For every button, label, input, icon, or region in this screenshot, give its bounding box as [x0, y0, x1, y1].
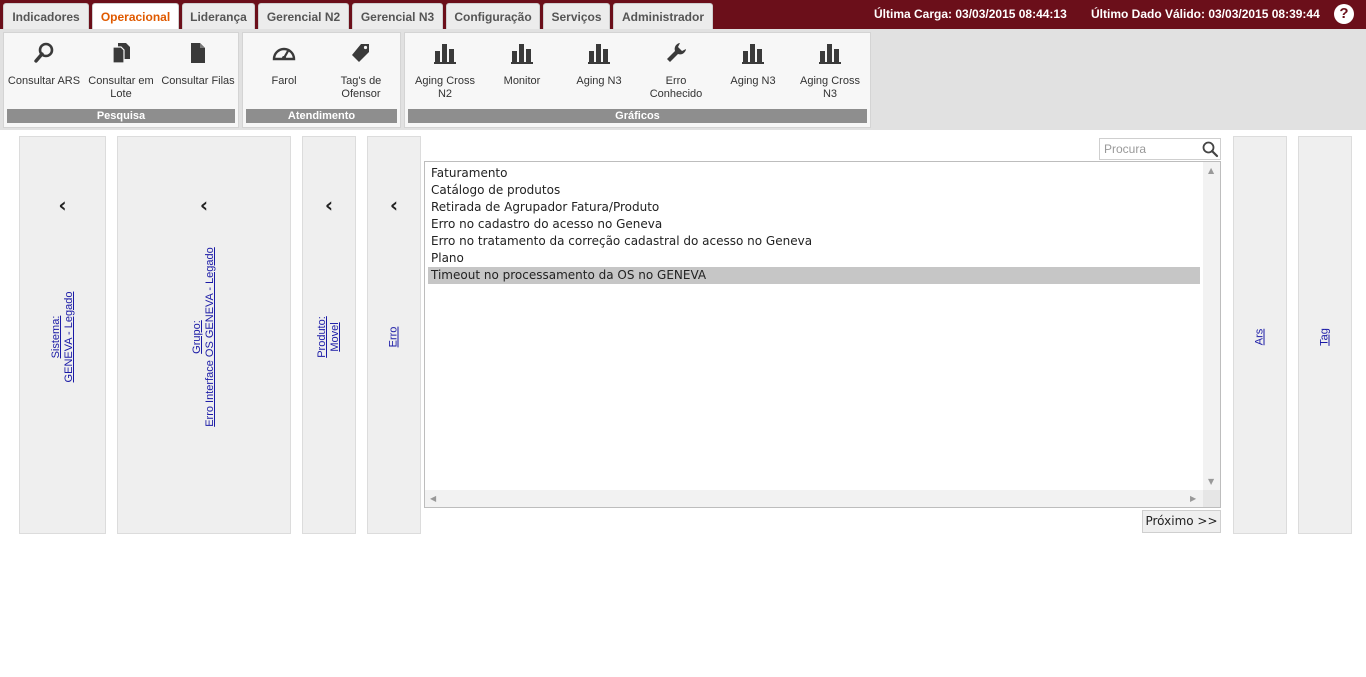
erro-listbox[interactable]: Faturamento Catálogo de produtos Retirad… — [424, 161, 1221, 508]
consultar-filas-label: Consultar Filas — [161, 75, 235, 87]
aging-n3-button[interactable]: Aging N3 — [561, 41, 637, 111]
list-item[interactable]: Erro no cadastro do acesso no Geneva — [428, 216, 1200, 233]
filter-panel-sistema[interactable]: ‹ Sistema: GENEVA - Legado — [19, 136, 106, 534]
tab-operacional[interactable]: Operacional — [92, 3, 179, 29]
filter-panel-produto[interactable]: ‹ Produto: Movel — [302, 136, 356, 534]
aging-n3-label: Aging N3 — [576, 75, 622, 87]
aging-cross-n3-label: Aging Cross N3 — [800, 75, 860, 100]
group-atendimento: Farol Tag's de Ofensor Atendimento — [242, 32, 401, 128]
chevron-left-icon[interactable]: ‹ — [368, 193, 420, 217]
chevron-left-icon[interactable]: ‹ — [118, 193, 290, 217]
aging-cross-n3-button[interactable]: Aging Cross N3 — [792, 41, 868, 111]
bar-chart-icon — [588, 44, 610, 64]
vertical-scrollbar[interactable]: ▲ ▼ — [1203, 162, 1220, 491]
search-box — [1099, 138, 1221, 160]
consultar-filas-button[interactable]: Consultar Filas — [160, 41, 236, 111]
consultar-ars-label: Consultar ARS — [7, 75, 81, 87]
tags-de-ofensor-label: Tag's de Ofensor — [340, 75, 382, 100]
group-pesquisa: Consultar ARS Consultar em Lote Consulta… — [3, 32, 239, 128]
tab-gerencial-n2[interactable]: Gerencial N2 — [258, 3, 349, 29]
documents-icon — [112, 43, 130, 64]
filter-panel-grupo[interactable]: ‹ Grupo: Erro Interface OS GENEVA - Lega… — [117, 136, 291, 534]
filter-produto-value: Movel — [329, 322, 341, 352]
list-item[interactable]: Erro no tratamento da correção cadastral… — [428, 233, 1200, 250]
tab-indicadores[interactable]: Indicadores — [3, 3, 89, 29]
bar-chart-icon — [819, 44, 841, 64]
consultar-em-lote-button[interactable]: Consultar em Lote — [83, 41, 159, 111]
scroll-down-icon[interactable]: ▼ — [1208, 478, 1214, 486]
filter-tag-link[interactable]: Tag — [1319, 328, 1332, 346]
filter-erro-title: Erro — [387, 326, 400, 348]
tab-lideranca[interactable]: Liderança — [182, 3, 255, 29]
consultar-em-lote-label: Consultar em Lote — [88, 75, 154, 100]
bar-chart-icon — [511, 44, 533, 64]
scroll-up-icon[interactable]: ▲ — [1208, 167, 1214, 175]
list-item[interactable]: Retirada de Agrupador Fatura/Produto — [428, 199, 1200, 216]
tag-icon — [352, 44, 369, 62]
list-item[interactable]: Catálogo de produtos — [428, 182, 1200, 199]
aging-n3-second-label: Aging N3 — [730, 75, 776, 87]
filter-panel-ars[interactable]: Ars — [1233, 136, 1287, 534]
last-valid-data-status: Último Dado Válido: 03/03/2015 08:39:44 — [1091, 7, 1320, 21]
next-button[interactable]: Próximo >> — [1142, 510, 1221, 533]
bar-chart-icon — [434, 44, 456, 64]
wrench-icon — [667, 43, 686, 62]
list-item-selected[interactable]: Timeout no processamento da OS no GENEVA — [428, 267, 1200, 284]
erro-conhecido-label: Erro Conhecido — [649, 75, 703, 100]
scrollbar-corner — [1203, 490, 1220, 507]
filter-produto-link[interactable]: Produto: Movel — [316, 316, 342, 358]
group-label-pesquisa: Pesquisa — [7, 109, 235, 123]
ribbon-toolbar: Consultar ARS Consultar em Lote Consulta… — [0, 29, 1366, 130]
filter-grupo-link[interactable]: Grupo: Erro Interface OS GENEVA - Legado — [191, 247, 217, 427]
group-label-graficos: Gráficos — [408, 109, 867, 123]
scroll-right-icon[interactable]: ▶ — [1190, 495, 1196, 503]
aging-cross-n2-button[interactable]: Aging Cross N2 — [407, 41, 483, 111]
erro-conhecido-button[interactable]: Erro Conhecido — [638, 41, 714, 111]
tab-gerencial-n3[interactable]: Gerencial N3 — [352, 3, 443, 29]
consultar-ars-button[interactable]: Consultar ARS — [6, 41, 82, 111]
filter-panel-tag[interactable]: Tag — [1298, 136, 1352, 534]
filter-ars-link[interactable]: Ars — [1254, 329, 1267, 346]
top-bar: Indicadores Operacional Liderança Gerenc… — [0, 0, 1366, 29]
chevron-left-icon[interactable]: ‹ — [20, 193, 105, 217]
filter-sistema-title: Sistema: — [49, 315, 62, 359]
filter-sistema-value: GENEVA - Legado — [62, 291, 75, 383]
gauge-icon — [272, 47, 296, 61]
group-label-atendimento: Atendimento — [246, 109, 397, 123]
bar-chart-icon — [742, 44, 764, 64]
farol-button[interactable]: Farol — [246, 41, 322, 111]
tab-configuracao[interactable]: Configuração — [446, 3, 540, 29]
group-graficos: Aging Cross N2 Monitor Aging N3 Erro Con… — [404, 32, 871, 128]
filter-tag-title: Tag — [1318, 328, 1331, 346]
filter-sistema-link[interactable]: Sistema: GENEVA - Legado — [50, 292, 76, 383]
filter-erro-link[interactable]: Erro — [388, 327, 401, 348]
filter-panel-erro[interactable]: ‹ Erro — [367, 136, 421, 534]
last-load-status: Última Carga: 03/03/2015 08:44:13 — [874, 7, 1067, 21]
list-item[interactable]: Plano — [428, 250, 1200, 267]
chevron-left-icon[interactable]: ‹ — [303, 193, 355, 217]
search-icon[interactable] — [1201, 140, 1219, 158]
farol-label: Farol — [271, 75, 297, 87]
magnifier-icon — [34, 42, 54, 63]
aging-cross-n2-label: Aging Cross N2 — [415, 75, 475, 100]
document-icon — [191, 43, 205, 63]
scroll-left-icon[interactable]: ◀ — [430, 495, 436, 503]
filter-ars-title: Ars — [1253, 328, 1266, 346]
filter-grupo-value: Erro Interface OS GENEVA - Legado — [204, 247, 216, 427]
filter-produto-title: Produto: — [316, 316, 328, 358]
monitor-label: Monitor — [503, 75, 541, 87]
monitor-button[interactable]: Monitor — [484, 41, 560, 111]
tab-servicos[interactable]: Serviços — [543, 3, 610, 29]
aging-n3-second-button[interactable]: Aging N3 — [715, 41, 791, 111]
tags-de-ofensor-button[interactable]: Tag's de Ofensor — [323, 41, 399, 111]
horizontal-scrollbar[interactable]: ◀ ▶ — [425, 490, 1203, 507]
search-input[interactable] — [1102, 140, 1202, 158]
list-item[interactable]: Faturamento — [428, 165, 1200, 182]
help-icon[interactable]: ? — [1334, 4, 1354, 24]
tab-administrador[interactable]: Administrador — [613, 3, 713, 29]
filter-grupo-title: Grupo: — [191, 320, 203, 354]
